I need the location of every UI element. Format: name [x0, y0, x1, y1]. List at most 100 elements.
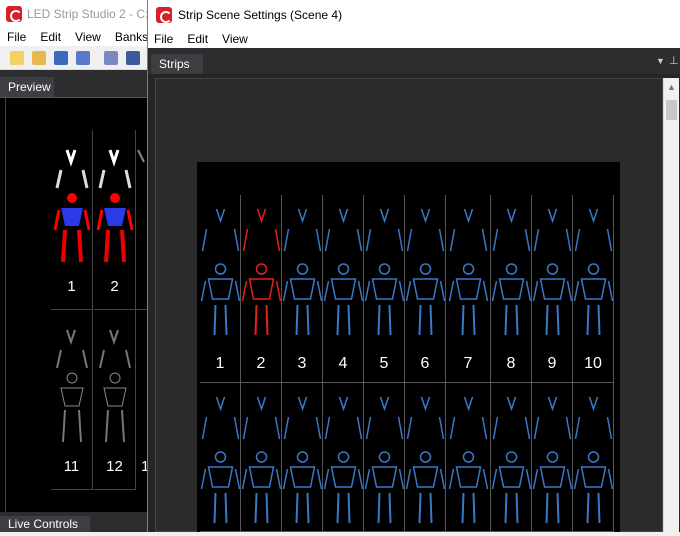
cut-icon[interactable]: [104, 51, 118, 65]
preview-number: 11: [63, 458, 80, 475]
strip-number: 2: [256, 355, 266, 372]
save-icon[interactable]: [54, 51, 68, 65]
strip-figure-icon: [532, 396, 573, 524]
strip-number: 4: [338, 355, 348, 372]
scene-menu-bar: File Edit View: [148, 30, 680, 48]
main-title-bar: LED Strip Studio 2 - C:\: [0, 0, 150, 28]
strip-cell[interactable]: 1: [200, 195, 241, 383]
strip-number: 8: [506, 355, 516, 372]
preview-canvas: 1 2 11 12 1: [5, 98, 150, 513]
strip-figure-icon: [491, 208, 532, 336]
strip-figure-icon: [405, 208, 446, 336]
preview-cell[interactable]: 1: [51, 130, 93, 310]
menu-edit[interactable]: Edit: [33, 28, 68, 46]
open-folder-icon[interactable]: [32, 51, 46, 65]
strip-cell[interactable]: 7: [446, 195, 491, 383]
strip-number: 1: [215, 355, 225, 372]
strip-row: 1 2 3 4 5 6 7 8 9 10: [200, 195, 620, 383]
strip-cell[interactable]: 4: [323, 195, 364, 383]
dropdown-icon[interactable]: ▼: [656, 56, 665, 66]
strip-figure-icon: [323, 208, 364, 336]
live-controls-label: Live Controls: [8, 517, 79, 531]
figure-icon: [96, 149, 134, 263]
live-controls-tab[interactable]: Live Controls: [0, 516, 90, 532]
vertical-scrollbar[interactable]: ▲: [663, 78, 679, 532]
strip-cell[interactable]: 8: [491, 195, 532, 383]
app-icon: [156, 7, 172, 23]
pin-icon[interactable]: ⊥: [669, 54, 679, 67]
menu-file[interactable]: File: [0, 28, 33, 46]
strip-figure-icon: [200, 208, 241, 336]
strip-cell[interactable]: [241, 383, 282, 532]
strip-cell[interactable]: 5: [364, 195, 405, 383]
strip-cell[interactable]: [446, 383, 491, 532]
copy-icon[interactable]: [126, 51, 140, 65]
strip-figure-icon: [282, 208, 323, 336]
strip-cell[interactable]: [282, 383, 323, 532]
strip-figure-icon: [573, 208, 614, 336]
scene-title-bar: Strip Scene Settings (Scene 4): [148, 0, 680, 30]
strip-cell[interactable]: [200, 383, 241, 532]
preview-cell[interactable]: 12: [94, 310, 136, 490]
live-controls-dock: Live Controls: [0, 512, 150, 532]
strip-cell[interactable]: 9: [532, 195, 573, 383]
scroll-up-icon[interactable]: ▲: [667, 82, 676, 92]
strip-figure-icon: [241, 396, 282, 524]
strip-cell[interactable]: [573, 383, 614, 532]
menu-view[interactable]: View: [215, 30, 255, 48]
new-file-icon[interactable]: [10, 51, 24, 65]
strip-number: 6: [420, 355, 430, 372]
menu-file[interactable]: File: [148, 30, 180, 48]
strip-figure-icon: [448, 208, 489, 336]
figure-icon: [53, 149, 91, 263]
strip-figure-icon: [241, 208, 282, 336]
strip-cell[interactable]: 3: [282, 195, 323, 383]
strips-dock-bar: Strips ▼ ⊥: [148, 48, 680, 74]
strip-figure-icon: [364, 396, 405, 524]
preview-tab-strip: [54, 77, 150, 97]
strip-number: 7: [463, 355, 473, 372]
strip-number: 3: [297, 355, 307, 372]
main-toolbar: [0, 46, 150, 70]
strip-grid: 1 2 3 4 5 6 7 8 9 10: [197, 162, 620, 532]
strip-cell[interactable]: 10: [573, 195, 614, 383]
strips-tab-label: Strips: [159, 57, 190, 71]
preview-panel: 1 2 11 12 1: [0, 97, 150, 513]
strip-cell[interactable]: [405, 383, 446, 532]
preview-number: 1: [67, 278, 76, 295]
strip-figure-icon: [200, 396, 241, 524]
preview-cell[interactable]: 2: [94, 130, 136, 310]
strip-number: 5: [379, 355, 389, 372]
figure-icon: [99, 329, 131, 443]
strip-cell[interactable]: [532, 383, 573, 532]
strip-cell[interactable]: 6: [405, 195, 446, 383]
preview-number: 2: [110, 278, 119, 295]
preview-cell[interactable]: 11: [51, 310, 93, 490]
strip-cell[interactable]: [491, 383, 532, 532]
strip-figure-icon: [532, 208, 573, 336]
strip-number: 10: [584, 355, 602, 372]
scene-window-title: Strip Scene Settings (Scene 4): [178, 8, 343, 22]
scroll-thumb[interactable]: [666, 100, 677, 120]
strip-cell[interactable]: 2: [241, 195, 282, 383]
strip-figure-icon: [491, 396, 532, 524]
menu-edit[interactable]: Edit: [180, 30, 215, 48]
save-as-icon[interactable]: [76, 51, 90, 65]
main-menu-bar: File Edit View Banks: [0, 28, 150, 46]
strip-number: 9: [547, 355, 557, 372]
menu-banks[interactable]: Banks: [108, 28, 150, 46]
strip-figure-icon: [448, 396, 489, 524]
preview-tab[interactable]: Preview: [0, 77, 54, 97]
strip-figure-icon: [405, 396, 446, 524]
strip-cell[interactable]: [323, 383, 364, 532]
strip-cell[interactable]: [364, 383, 405, 532]
menu-view[interactable]: View: [68, 28, 108, 46]
preview-number: 12: [106, 458, 123, 475]
figure-icon: [56, 329, 88, 443]
strip-figure-icon: [282, 396, 323, 524]
main-window-title: LED Strip Studio 2 - C:\: [27, 7, 150, 21]
app-icon: [6, 6, 22, 22]
strips-tab[interactable]: Strips: [151, 54, 203, 74]
strip-figure-icon: [323, 396, 364, 524]
grid-header: [197, 162, 620, 192]
